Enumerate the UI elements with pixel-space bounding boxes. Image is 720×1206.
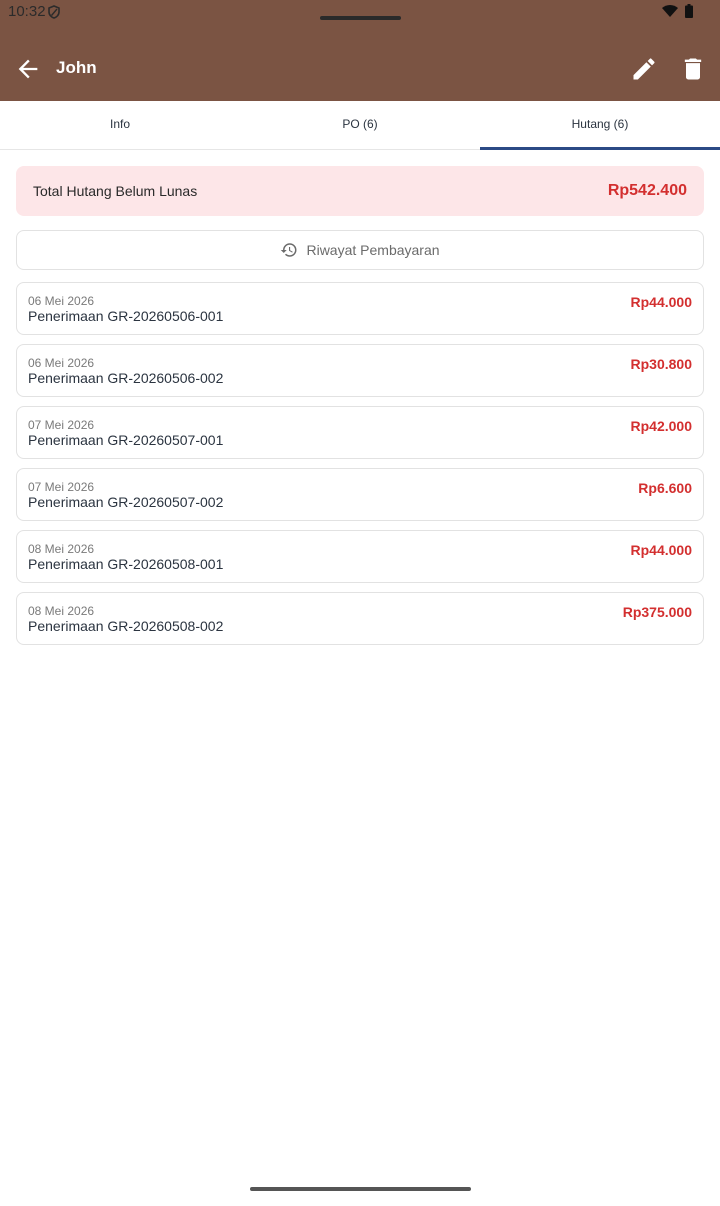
delete-trash-icon[interactable]: [679, 55, 707, 83]
debt-amount: Rp30.800: [630, 356, 692, 372]
debt-title: Penerimaan GR-20260507-001: [28, 432, 224, 448]
debt-item[interactable]: 06 Mei 2026 Penerimaan GR-20260506-002 R…: [16, 344, 704, 397]
total-debt-value: Rp542.400: [607, 182, 687, 199]
status-notch: [320, 16, 401, 20]
debt-item[interactable]: 07 Mei 2026 Penerimaan GR-20260507-001 R…: [16, 406, 704, 459]
debt-title: Penerimaan GR-20260508-002: [28, 618, 224, 634]
back-arrow-icon[interactable]: [14, 55, 42, 83]
debt-title: Penerimaan GR-20260507-002: [28, 494, 224, 510]
debt-title: Penerimaan GR-20260508-001: [28, 556, 224, 572]
debt-date: 06 Mei 2026: [28, 294, 95, 308]
debt-date: 08 Mei 2026: [28, 604, 95, 618]
debt-title: Penerimaan GR-20260506-001: [28, 308, 224, 324]
debt-date: 06 Mei 2026: [28, 356, 95, 370]
debt-item[interactable]: 07 Mei 2026 Penerimaan GR-20260507-002 R…: [16, 468, 704, 521]
wifi-icon: [662, 5, 678, 17]
debt-item[interactable]: 06 Mei 2026 Penerimaan GR-20260506-001 R…: [16, 282, 704, 335]
debt-item[interactable]: 08 Mei 2026 Penerimaan GR-20260508-001 R…: [16, 530, 704, 583]
debt-amount: Rp6.600: [638, 480, 692, 496]
payment-history-label: Riwayat Pembayaran: [306, 242, 440, 258]
status-time: 10:32: [8, 3, 46, 20]
tab-bar: Info PO (6) Hutang (6): [0, 101, 720, 150]
debt-date: 08 Mei 2026: [28, 542, 95, 556]
debt-amount: Rp375.000: [622, 604, 692, 620]
debt-date: 07 Mei 2026: [28, 418, 95, 432]
tab-hutang[interactable]: Hutang (6): [480, 101, 720, 150]
debt-date: 07 Mei 2026: [28, 480, 95, 494]
page-title: John: [56, 58, 97, 77]
edit-pencil-icon[interactable]: [630, 55, 658, 83]
debt-amount: Rp44.000: [630, 542, 692, 558]
payment-history-button[interactable]: Riwayat Pembayaran: [16, 230, 704, 270]
tab-po[interactable]: PO (6): [240, 101, 480, 149]
debt-title: Penerimaan GR-20260506-002: [28, 370, 224, 386]
app-bar: 10:32 John: [0, 0, 720, 101]
total-debt-card: Total Hutang Belum Lunas Rp542.400: [16, 166, 704, 216]
battery-icon: [685, 4, 693, 18]
debt-amount: Rp44.000: [630, 294, 692, 310]
app-screen: 10:32 John Info PO (6) Hutang (6) Total …: [0, 0, 720, 1206]
history-icon: [281, 243, 297, 257]
debt-amount: Rp42.000: [630, 418, 692, 434]
shield-icon: [48, 5, 60, 19]
gesture-nav-handle[interactable]: [250, 1187, 471, 1191]
tab-info[interactable]: Info: [0, 101, 240, 149]
total-debt-label: Total Hutang Belum Lunas: [33, 183, 198, 199]
debt-item[interactable]: 08 Mei 2026 Penerimaan GR-20260508-002 R…: [16, 592, 704, 645]
